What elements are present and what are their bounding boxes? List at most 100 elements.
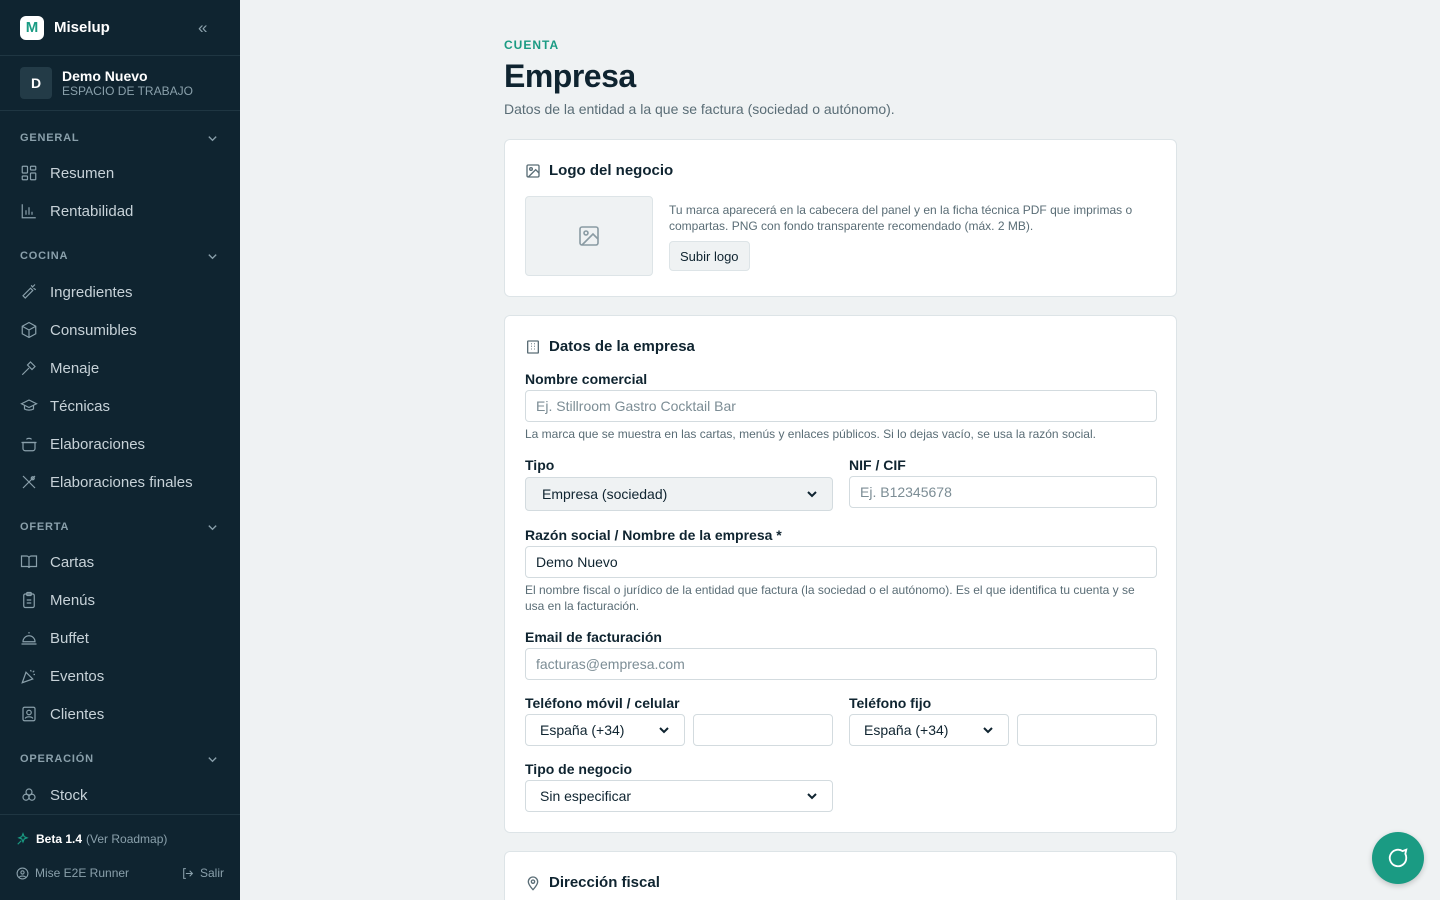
logo-preview[interactable]: [525, 196, 653, 276]
legal-name-input[interactable]: [525, 546, 1157, 578]
company-card: Datos de la empresa Nombre comercial La …: [504, 315, 1177, 833]
section-general[interactable]: GENERAL: [20, 132, 218, 144]
sidebar-item-cartas[interactable]: Cartas: [20, 550, 94, 574]
chat-bubble-icon: [1388, 848, 1408, 868]
sidebar-footer: Beta 1.4 (Ver Roadmap) Mise E2E Runner S…: [0, 814, 240, 900]
trade-name-label: Nombre comercial: [525, 371, 648, 387]
chat-button[interactable]: [1372, 832, 1424, 884]
logout-icon: [183, 867, 194, 879]
sidebar-item-label: Ingredientes: [50, 283, 133, 301]
sidebar-item-ingredientes[interactable]: Ingredientes: [20, 280, 133, 304]
mobile-label: Teléfono móvil / celular: [525, 695, 680, 711]
sidebar-item-rentabilidad[interactable]: Rentabilidad: [20, 199, 133, 223]
beta-version: Beta 1.4: [36, 832, 83, 846]
workspace-avatar: D: [20, 67, 52, 99]
business-type-select[interactable]: Sin especificar: [525, 780, 833, 812]
section-operacion[interactable]: OPERACIÓN: [20, 753, 218, 765]
type-label: Tipo: [525, 457, 555, 473]
sidebar-item-label: Elaboraciones: [50, 435, 146, 453]
sidebar: M Miselup « D Demo Nuevo ESPACIO DE TRAB…: [0, 0, 240, 900]
page-title: Empresa: [504, 58, 636, 94]
section-label: GENERAL: [20, 132, 80, 144]
box-icon: [21, 321, 37, 339]
section-label: OPERACIÓN: [20, 753, 94, 765]
type-select[interactable]: Empresa (sociedad): [525, 477, 833, 511]
upload-logo-button[interactable]: Subir logo: [669, 241, 750, 271]
party-icon: [21, 669, 35, 684]
mobile-number-input[interactable]: [693, 714, 833, 746]
sidebar-item-buffet[interactable]: Buffet: [20, 626, 89, 650]
utensils-icon: [21, 361, 36, 376]
pot-icon: [21, 437, 37, 452]
building-icon: [527, 339, 539, 354]
landline-number-input[interactable]: [1017, 714, 1157, 746]
tax-id-label: NIF / CIF: [849, 457, 906, 473]
brand-name[interactable]: Miselup: [54, 19, 110, 36]
logo-card: Logo del negocio Tu marca aparecerá en l…: [504, 139, 1177, 297]
sidebar-item-menus[interactable]: Menús: [20, 588, 95, 612]
sidebar-item-clientes[interactable]: Clientes: [20, 702, 104, 726]
grid-icon: [21, 165, 37, 181]
sidebar-item-tecnicas[interactable]: Técnicas: [20, 394, 110, 418]
sidebar-item-elaboraciones-finales[interactable]: Elaboraciones finales: [20, 470, 193, 494]
image-placeholder-icon: [579, 226, 599, 246]
collapse-sidebar-icon[interactable]: «: [198, 18, 207, 38]
beta-roadmap-link[interactable]: Beta 1.4 (Ver Roadmap): [16, 832, 167, 846]
mobile-country-select[interactable]: España (+34): [525, 714, 685, 746]
tax-id-input[interactable]: [849, 476, 1157, 508]
sidebar-item-label: Menaje: [50, 359, 100, 377]
contact-icon: [22, 706, 36, 722]
workspace-name: Demo Nuevo: [62, 67, 148, 84]
trade-name-help: La marca que se muestra en las cartas, m…: [525, 427, 1096, 441]
logout-label: Salir: [199, 866, 224, 880]
sidebar-item-menaje[interactable]: Menaje: [20, 356, 99, 380]
page-eyebrow: CUENTA: [504, 38, 560, 52]
roadmap-link[interactable]: (Ver Roadmap): [86, 832, 167, 846]
landline-country-value: España (+34): [864, 722, 949, 738]
user-profile[interactable]: Mise E2E Runner: [16, 866, 129, 880]
sidebar-item-elaboraciones[interactable]: Elaboraciones: [20, 432, 145, 456]
sidebar-item-label: Técnicas: [50, 397, 111, 415]
logo-help-text: Tu marca aparecerá en la cabecera del pa…: [669, 203, 1133, 233]
image-icon: [526, 163, 540, 178]
section-label: COCINA: [20, 250, 69, 262]
sidebar-item-label: Eventos: [50, 667, 105, 685]
sidebar-item-resumen[interactable]: Resumen: [20, 161, 114, 185]
landline-label: Teléfono fijo: [849, 695, 932, 711]
chevron-down-icon: [208, 756, 217, 762]
sidebar-item-eventos[interactable]: Eventos: [20, 664, 104, 688]
sidebar-item-consumibles[interactable]: Consumibles: [20, 318, 137, 342]
sidebar-item-label: Rentabilidad: [50, 202, 134, 220]
billing-email-input[interactable]: [525, 648, 1157, 680]
brand-logo[interactable]: M: [20, 15, 44, 40]
trade-name-input[interactable]: [525, 390, 1157, 422]
business-type-label: Tipo de negocio: [525, 761, 633, 777]
sidebar-item-label: Resumen: [50, 164, 115, 182]
boxes-icon: [22, 788, 36, 801]
legal-name-help: El nombre fiscal o jurídico de la entida…: [525, 583, 1135, 613]
chevron-down-icon: [208, 135, 217, 141]
cloche-icon: [21, 632, 37, 645]
cross-utensils-icon: [22, 475, 36, 489]
sidebar-item-stock[interactable]: Stock: [20, 783, 88, 807]
billing-email-label: Email de facturación: [525, 629, 662, 645]
landline-country-select[interactable]: España (+34): [849, 714, 1009, 746]
workspace-switcher[interactable]: D Demo Nuevo ESPACIO DE TRABAJO: [0, 56, 240, 111]
legal-name-label: Razón social / Nombre de la empresa *: [525, 527, 782, 543]
map-pin-icon: [527, 875, 539, 891]
sidebar-item-label: Consumibles: [50, 321, 137, 339]
section-oferta[interactable]: OFERTA: [20, 521, 218, 533]
sidebar-item-label: Cartas: [50, 553, 95, 571]
address-card: Dirección fiscal: [504, 851, 1177, 900]
sidebar-item-label: Clientes: [50, 705, 105, 723]
chevron-down-icon: [983, 727, 993, 734]
logo-card-title: Logo del negocio: [525, 162, 673, 179]
chevron-down-icon: [659, 727, 669, 734]
chevron-down-icon: [208, 524, 217, 530]
type-value: Empresa (sociedad): [542, 486, 668, 502]
section-cocina[interactable]: COCINA: [20, 250, 218, 262]
sparkle-icon: [17, 832, 29, 845]
workspace-subtitle: ESPACIO DE TRABAJO: [62, 83, 193, 98]
logout-button[interactable]: Salir: [181, 866, 224, 880]
sidebar-item-label: Menús: [50, 591, 96, 609]
